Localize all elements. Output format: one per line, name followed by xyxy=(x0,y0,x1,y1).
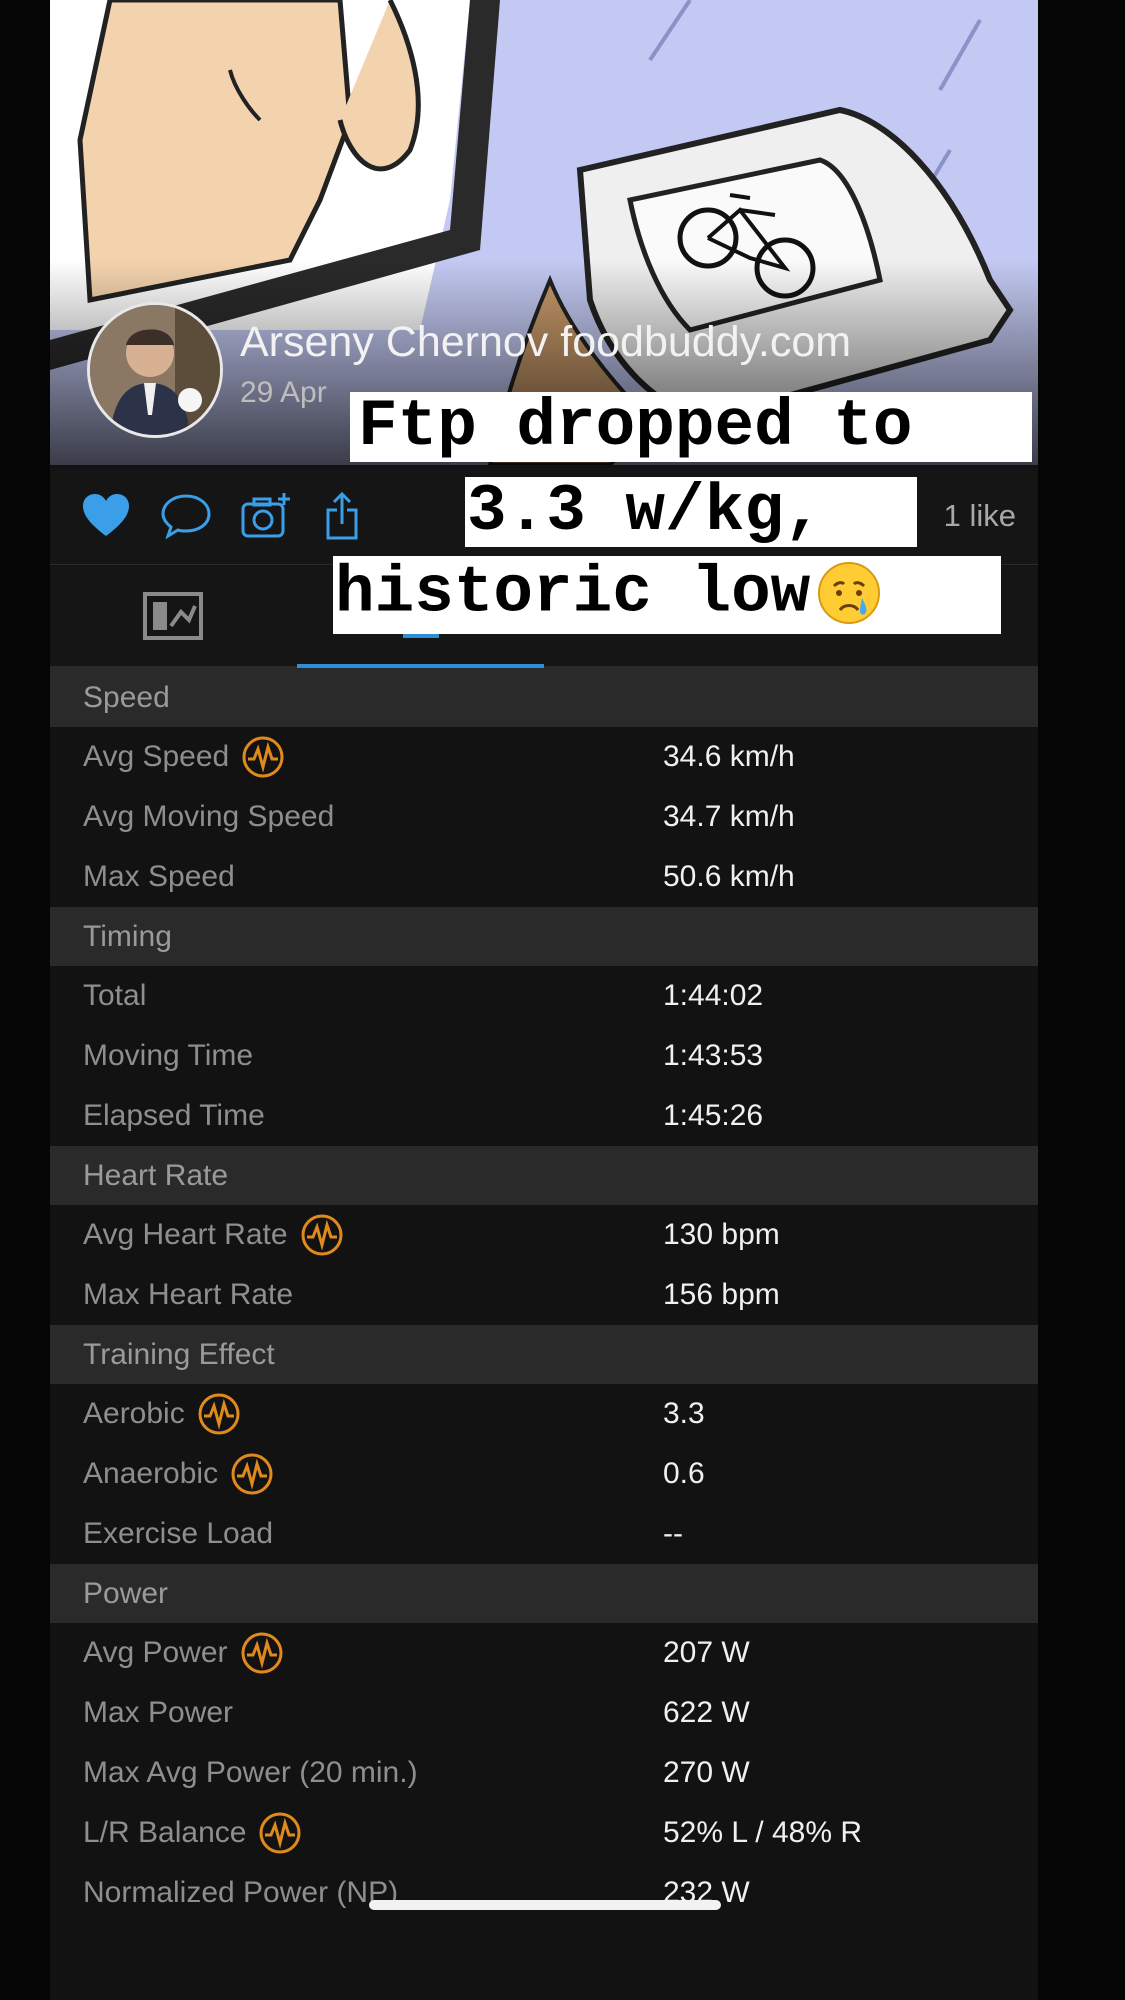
stat-value: 3.3 xyxy=(663,1397,705,1430)
stat-value: 130 bpm xyxy=(663,1218,780,1251)
stat-label: Total xyxy=(83,979,147,1012)
stat-label: Max Avg Power (20 min.) xyxy=(83,1756,418,1789)
stat-row: Moving Time 1:43:53 xyxy=(50,1026,1038,1086)
firstbeat-pulse-icon[interactable] xyxy=(197,1392,241,1436)
share-icon[interactable] xyxy=(320,490,372,542)
stat-value: 207 W xyxy=(663,1636,750,1669)
stats-list: Speed Avg Speed 34.6 km/h Avg Moving Spe… xyxy=(50,668,1038,1923)
tab-overview[interactable] xyxy=(50,566,297,666)
stat-row: Normalized Power (NP) 232 W xyxy=(50,1863,1038,1923)
section-header-heart-rate: Heart Rate xyxy=(50,1146,1038,1205)
section-header-training-effect: Training Effect xyxy=(50,1325,1038,1384)
stat-row: Max Speed 50.6 km/h xyxy=(50,847,1038,907)
stat-row: Total 1:44:02 xyxy=(50,966,1038,1026)
heart-icon[interactable] xyxy=(80,490,132,542)
stat-row: Anaerobic 0.6 xyxy=(50,1444,1038,1504)
stat-row: Avg Speed 34.6 km/h xyxy=(50,727,1038,787)
overview-icon xyxy=(143,592,203,640)
stat-value: 622 W xyxy=(663,1696,750,1729)
caption-line-3: historic low xyxy=(333,556,1001,634)
stat-label: Max Speed xyxy=(83,860,235,893)
stat-value: 52% L / 48% R xyxy=(663,1816,862,1849)
stat-value: 0.6 xyxy=(663,1457,705,1490)
like-count[interactable]: 1 like xyxy=(944,498,1016,534)
stat-label: Avg Speed xyxy=(83,740,230,773)
stat-label: Avg Moving Speed xyxy=(83,800,335,833)
stat-row: Max Avg Power (20 min.) 270 W xyxy=(50,1743,1038,1803)
stat-row: Exercise Load -- xyxy=(50,1504,1038,1564)
stat-value: 1:44:02 xyxy=(663,979,764,1012)
stat-value: 1:45:26 xyxy=(663,1099,764,1132)
caption-line-1: Ftp dropped to xyxy=(350,392,1032,462)
stat-value: 50.6 km/h xyxy=(663,860,795,893)
stat-row: Max Power 622 W xyxy=(50,1683,1038,1743)
stat-value: -- xyxy=(663,1517,683,1550)
stat-value: 156 bpm xyxy=(663,1278,780,1311)
user-name[interactable]: Arseny Chernov foodbuddy.com xyxy=(240,318,851,367)
firstbeat-pulse-icon[interactable] xyxy=(241,735,285,779)
stat-value: 34.6 km/h xyxy=(663,740,795,773)
stat-label: Normalized Power (NP) xyxy=(83,1876,399,1909)
camera-add-icon[interactable] xyxy=(240,490,292,542)
stat-row: Max Heart Rate 156 bpm xyxy=(50,1265,1038,1325)
firstbeat-pulse-icon[interactable] xyxy=(230,1452,274,1496)
stat-label: Avg Heart Rate xyxy=(83,1218,288,1251)
stat-value: 270 W xyxy=(663,1756,750,1789)
stat-label: Anaerobic xyxy=(83,1457,219,1490)
stat-row: Aerobic 3.3 xyxy=(50,1384,1038,1444)
stat-label: Exercise Load xyxy=(83,1517,274,1550)
stat-row: Avg Heart Rate 130 bpm xyxy=(50,1205,1038,1265)
activity-screen: Arseny Chernov foodbuddy.com 29 Apr 1 li… xyxy=(50,0,1038,2000)
firstbeat-pulse-icon[interactable] xyxy=(240,1631,284,1675)
section-header-timing: Timing xyxy=(50,907,1038,966)
crying-face-icon xyxy=(818,562,881,624)
stat-value: 1:43:53 xyxy=(663,1039,764,1072)
user-avatar[interactable] xyxy=(87,302,223,438)
stat-label: Moving Time xyxy=(83,1039,254,1072)
stat-label: L/R Balance xyxy=(83,1816,247,1849)
stat-label: Max Heart Rate xyxy=(83,1278,294,1311)
section-header-speed: Speed xyxy=(50,668,1038,727)
stat-row: Avg Power 207 W xyxy=(50,1623,1038,1683)
caption-line-2: 3.3 w/kg, xyxy=(465,477,917,547)
firstbeat-pulse-icon[interactable] xyxy=(300,1213,344,1257)
stat-label: Max Power xyxy=(83,1696,234,1729)
stat-row: Elapsed Time 1:45:26 xyxy=(50,1086,1038,1146)
post-date: 29 Apr xyxy=(240,376,327,409)
stat-label: Elapsed Time xyxy=(83,1099,265,1132)
stat-label: Aerobic xyxy=(83,1397,185,1430)
stat-label: Avg Power xyxy=(83,1636,228,1669)
firstbeat-pulse-icon[interactable] xyxy=(258,1811,302,1855)
section-header-power: Power xyxy=(50,1564,1038,1623)
caption-line-3-text: historic low xyxy=(335,555,811,631)
stat-row: Avg Moving Speed 34.7 km/h xyxy=(50,787,1038,847)
comment-icon[interactable] xyxy=(160,490,212,542)
home-indicator[interactable] xyxy=(369,1900,721,1910)
stat-row: L/R Balance 52% L / 48% R xyxy=(50,1803,1038,1863)
stat-value: 34.7 km/h xyxy=(663,800,795,833)
stat-value: 232 W xyxy=(663,1876,750,1909)
